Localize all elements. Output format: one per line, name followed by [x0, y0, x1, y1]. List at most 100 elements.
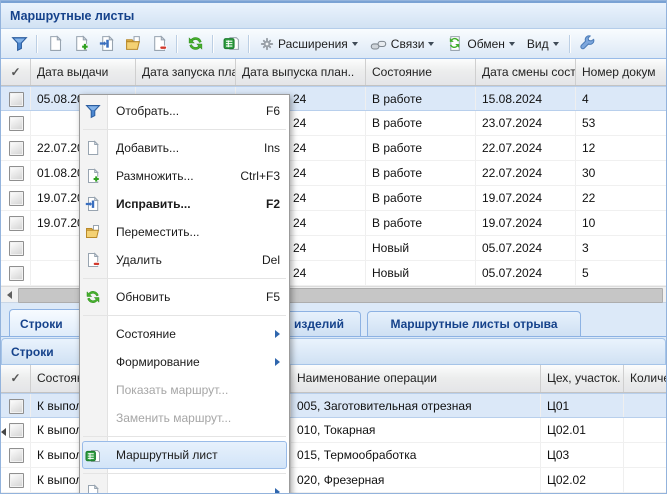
- tab-tear-off-route-sheets[interactable]: Маршрутные листы отрыва: [367, 311, 581, 336]
- extensions-menu-button[interactable]: Расширения: [255, 32, 363, 56]
- toolbar-separator: [176, 35, 178, 53]
- exchange-icon: [446, 35, 463, 52]
- new-document-icon: [85, 140, 101, 156]
- open-folder-icon: [85, 224, 101, 240]
- move-button[interactable]: [121, 32, 145, 56]
- view-menu-button[interactable]: Вид: [522, 32, 564, 56]
- extensions-menu-label: Расширения: [278, 37, 348, 51]
- menu-item-filter[interactable]: Отобрать... F6: [80, 97, 289, 125]
- header-quantity[interactable]: Количество: [624, 365, 666, 392]
- row-checkbox[interactable]: [9, 166, 24, 181]
- panel-header: Маршрутные листы: [1, 1, 666, 29]
- header-operation-name[interactable]: Наименование операции: [291, 365, 541, 392]
- view-menu-label: Вид: [527, 37, 549, 51]
- scroll-left-button[interactable]: [1, 287, 17, 303]
- refresh-icon: [187, 35, 204, 52]
- links-menu-button[interactable]: Связи: [365, 32, 440, 56]
- row-checkbox[interactable]: [9, 241, 24, 256]
- submenu-arrow-icon: [275, 358, 280, 366]
- menu-item-duplicate[interactable]: Размножить... Ctrl+F3: [80, 162, 289, 190]
- links-menu-label: Связи: [391, 37, 425, 51]
- row-checkbox[interactable]: [9, 423, 24, 438]
- row-checkbox[interactable]: [9, 141, 24, 156]
- header-plan-date[interactable]: Дата выпуска план..: [236, 59, 366, 85]
- document-minus-icon: [85, 252, 101, 268]
- toolbar-separator: [36, 35, 38, 53]
- document-minus-icon: [151, 35, 168, 52]
- menu-item-partial[interactable]: [80, 478, 289, 494]
- row-checkbox[interactable]: [9, 92, 24, 107]
- excel-export-button[interactable]: [219, 32, 243, 56]
- row-checkbox[interactable]: [9, 266, 24, 281]
- menu-separator: [83, 473, 286, 474]
- menu-item-delete[interactable]: Удалить Del: [80, 246, 289, 274]
- toolbar-separator: [212, 35, 214, 53]
- menu-item-replace-route: Заменить маршрут...: [80, 404, 289, 432]
- row-checkbox[interactable]: [9, 116, 24, 131]
- header-check-column[interactable]: ✓: [1, 365, 31, 392]
- collapse-left-icon: [1, 428, 6, 436]
- row-checkbox[interactable]: [9, 448, 24, 463]
- menu-separator: [83, 278, 286, 279]
- add-button[interactable]: [43, 32, 67, 56]
- filter-icon: [85, 103, 101, 119]
- menu-item-move[interactable]: Переместить...: [80, 218, 289, 246]
- gear-icon: [260, 37, 274, 51]
- header-doc-number[interactable]: Номер докум: [576, 59, 666, 85]
- header-state-date[interactable]: Дата смены состояния: [476, 59, 576, 85]
- menu-item-refresh[interactable]: Обновить F5: [80, 283, 289, 311]
- menu-item-forming[interactable]: Формирование: [80, 348, 289, 376]
- refresh-button[interactable]: [183, 32, 207, 56]
- chevron-down-icon: [509, 42, 515, 46]
- app-window: Маршрутные листы Расширения Связи Обмен: [0, 0, 667, 494]
- chevron-down-icon: [428, 42, 434, 46]
- document-edit-icon: [85, 196, 101, 212]
- row-checkbox[interactable]: [9, 191, 24, 206]
- lines-panel-title: Строки: [11, 345, 54, 359]
- document-plus-icon: [73, 35, 90, 52]
- chevron-down-icon: [352, 42, 358, 46]
- context-menu: Отобрать... F6 Добавить... Ins Размножит…: [79, 94, 290, 494]
- open-folder-icon: [125, 35, 142, 52]
- submenu-arrow-icon: [275, 488, 280, 494]
- row-checkbox[interactable]: [9, 399, 24, 414]
- refresh-icon: [85, 289, 101, 305]
- header-workshop[interactable]: Цех, участок.: [541, 365, 624, 392]
- new-document-icon: [85, 484, 101, 494]
- menu-item-add[interactable]: Добавить... Ins: [80, 134, 289, 162]
- row-checkbox[interactable]: [9, 473, 24, 488]
- wrench-icon: [579, 35, 596, 52]
- page-title: Маршрутные листы: [10, 9, 134, 23]
- filter-button[interactable]: [7, 32, 31, 56]
- delete-button[interactable]: [147, 32, 171, 56]
- document-plus-icon: [85, 168, 101, 184]
- settings-button[interactable]: [576, 32, 600, 56]
- menu-separator: [83, 129, 286, 130]
- excel-icon: [223, 35, 240, 52]
- menu-item-show-route: Показать маршрут...: [80, 376, 289, 404]
- new-document-icon: [47, 35, 64, 52]
- filter-icon: [11, 35, 28, 52]
- exchange-menu-label: Обмен: [467, 37, 505, 51]
- menu-item-edit[interactable]: Исправить... F2: [80, 190, 289, 218]
- toolbar-separator: [248, 35, 250, 53]
- toolbar: Расширения Связи Обмен Вид: [1, 29, 666, 59]
- excel-icon: [85, 448, 101, 464]
- chevron-down-icon: [553, 42, 559, 46]
- menu-separator: [83, 315, 286, 316]
- edit-button[interactable]: [95, 32, 119, 56]
- row-checkbox[interactable]: [9, 216, 24, 231]
- header-issue-date[interactable]: Дата выдачи: [31, 59, 136, 85]
- duplicate-button[interactable]: [69, 32, 93, 56]
- header-launch-date[interactable]: Дата запуска план.: [136, 59, 236, 85]
- scroll-left-icon: [7, 291, 12, 299]
- menu-item-route-sheet[interactable]: Маршрутный лист: [82, 441, 287, 469]
- header-state[interactable]: Состояние: [366, 59, 476, 85]
- splitter-collapse-handle[interactable]: [1, 425, 8, 439]
- exchange-menu-button[interactable]: Обмен: [441, 32, 520, 56]
- menu-separator: [83, 436, 286, 437]
- toolbar-separator: [569, 35, 571, 53]
- header-check-column[interactable]: ✓: [1, 59, 31, 85]
- menu-item-state[interactable]: Состояние: [80, 320, 289, 348]
- route-sheets-grid-header: ✓ Дата выдачи Дата запуска план. Дата вы…: [1, 59, 666, 86]
